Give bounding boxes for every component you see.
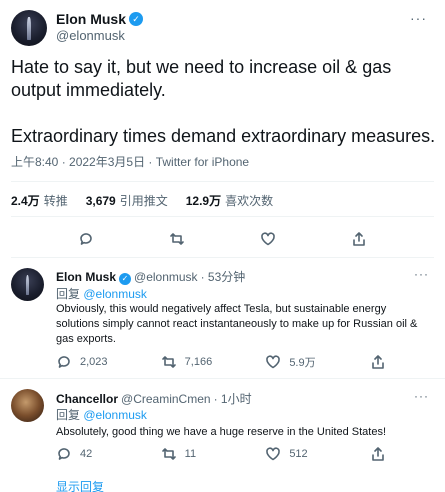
quotes-stat[interactable]: 3,679 引用推文 <box>86 192 168 209</box>
reply-to-link[interactable]: @elonmusk <box>83 408 147 422</box>
reply-count: 42 <box>80 448 93 460</box>
more-options-icon[interactable]: ··· <box>414 267 429 281</box>
share-icon[interactable] <box>351 231 367 247</box>
like-icon[interactable] <box>260 231 276 247</box>
author-avatar[interactable] <box>11 10 47 46</box>
reply-header: Elon Musk ✓ @elonmusk · 53分钟 <box>56 268 245 285</box>
tweet-stats: 2.4万 转推 3,679 引用推文 12.9万 喜欢次数 <box>11 192 291 209</box>
share-action[interactable] <box>370 354 386 370</box>
reply-action-bar: 42 11 512 <box>56 446 386 462</box>
author-name[interactable]: Elon Musk <box>56 11 126 27</box>
reply-text: Obviously, this would negatively affect … <box>56 303 418 345</box>
more-options-icon[interactable]: ··· <box>414 389 429 403</box>
like-count: 512 <box>289 448 308 460</box>
retweet-count: 7,166 <box>184 356 213 368</box>
verified-badge-icon: ✓ <box>119 273 132 285</box>
tweet-timestamp[interactable]: 上午8:40 · 2022年3月5日 · Twitter for iPhone <box>11 153 249 170</box>
retweet-action[interactable]: 7,166 <box>161 354 221 370</box>
reply-author-name[interactable]: Chancellor <box>56 392 118 406</box>
reply-author-handle[interactable]: @elonmusk <box>134 270 198 284</box>
share-icon <box>370 446 386 462</box>
reply-header: Chancellor @CreaminCmen · 1小时 <box>56 390 252 407</box>
retweet-icon[interactable] <box>169 231 185 247</box>
like-count: 5.9万 <box>289 357 316 369</box>
retweets-stat[interactable]: 2.4万 转推 <box>11 192 68 209</box>
reply-action[interactable]: 42 <box>56 446 116 462</box>
retweets-label: 转推 <box>43 194 68 208</box>
reply-action[interactable]: 2,023 <box>56 354 116 370</box>
like-action[interactable]: 512 <box>265 446 325 462</box>
reply-icon <box>56 446 72 462</box>
retweet-icon <box>161 446 177 462</box>
author-name-row: Elon Musk ✓ <box>56 11 144 27</box>
quotes-label: 引用推文 <box>119 194 168 208</box>
tweet-paragraph: Extraordinary times demand extraordinary… <box>11 126 436 146</box>
likes-label: 喜欢次数 <box>225 194 274 208</box>
reply-to-link[interactable]: @elonmusk <box>83 287 147 301</box>
reply-icon <box>56 354 72 370</box>
share-icon <box>370 354 386 370</box>
tweet-action-bar <box>0 231 445 247</box>
author-handle[interactable]: @elonmusk <box>56 28 125 43</box>
retweet-action[interactable]: 11 <box>161 446 221 462</box>
retweets-count: 2.4万 <box>11 194 40 208</box>
reply-author-name[interactable]: Elon Musk <box>56 270 116 284</box>
reply-tweet[interactable]: Elon Musk ✓ @elonmusk · 53分钟 ··· 回复 @elo… <box>0 258 445 378</box>
likes-count: 12.9万 <box>185 194 222 208</box>
reply-prefix: 回复 <box>56 287 81 301</box>
reply-icon[interactable] <box>78 231 94 247</box>
reply-time[interactable]: · 1小时 <box>214 390 252 407</box>
more-options-icon[interactable]: ··· <box>410 10 427 26</box>
quotes-count: 3,679 <box>85 194 116 208</box>
like-icon <box>265 354 281 370</box>
reply-prefix: 回复 <box>56 408 81 422</box>
reply-text: Absolutely, good thing we have a huge re… <box>56 426 387 438</box>
likes-stat[interactable]: 12.9万 喜欢次数 <box>186 192 273 209</box>
tweet-body: Hate to say it, but we need to increase … <box>11 56 436 148</box>
replying-to: 回复 @elonmusk <box>56 406 147 423</box>
like-icon <box>265 446 281 462</box>
share-action[interactable] <box>370 446 386 462</box>
reply-time[interactable]: · 53分钟 <box>201 268 246 285</box>
reply-count: 2,023 <box>80 356 108 368</box>
retweet-count: 11 <box>184 448 197 460</box>
reply-author-handle[interactable]: @CreaminCmen <box>121 392 211 406</box>
replying-to: 回复 @elonmusk <box>56 285 147 302</box>
like-action[interactable]: 5.9万 <box>265 354 325 370</box>
reply-avatar[interactable] <box>11 268 44 301</box>
divider <box>11 216 434 217</box>
tweet-paragraph: Hate to say it, but we need to increase … <box>11 57 392 100</box>
divider <box>11 181 434 182</box>
reply-tweet[interactable]: Chancellor @CreaminCmen · 1小时 ··· 回复 @el… <box>0 379 445 474</box>
reply-avatar[interactable] <box>11 389 44 422</box>
reply-action-bar: 2,023 7,166 5.9万 <box>56 354 386 370</box>
retweet-icon <box>161 354 177 370</box>
show-replies-link[interactable]: 显示回复 <box>56 478 104 492</box>
verified-badge-icon: ✓ <box>129 12 144 26</box>
